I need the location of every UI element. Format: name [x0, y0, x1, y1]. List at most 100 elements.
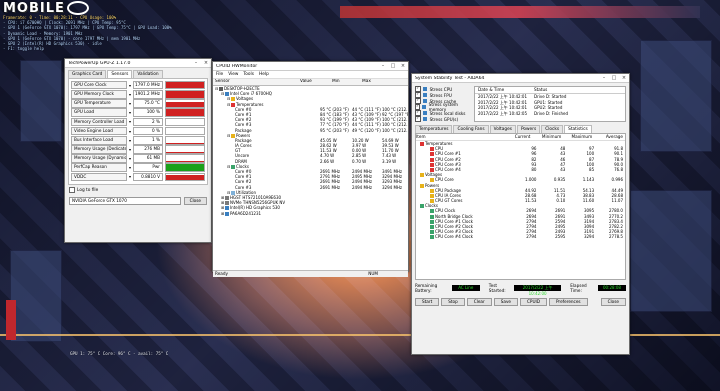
- stress-icon: [422, 117, 427, 121]
- logo-swoosh-icon: [66, 1, 89, 15]
- menu-view[interactable]: View: [228, 72, 238, 77]
- preferences-button[interactable]: Preferences: [548, 298, 588, 306]
- sensor-value: 0.8810 V: [133, 172, 163, 182]
- sensor-graph-fill: [166, 101, 204, 107]
- sensor-value: 276 MB: [133, 145, 163, 154]
- menu-tools[interactable]: Tools: [243, 72, 254, 77]
- sensor-graph: [165, 89, 205, 99]
- tab-statistics[interactable]: Statistics: [564, 125, 592, 133]
- aida64-titlebar[interactable]: System Stability Test - AIDA64 – □ ×: [412, 74, 629, 83]
- log-row: 2017/2/22 上午 10:42:05 Drive D: Finished: [475, 111, 625, 117]
- stress-option-label: Stress local disks: [429, 110, 466, 116]
- gpu-select-dropdown[interactable]: NVIDIA GeForce GTX 1070: [69, 197, 181, 206]
- sensor-value: 100 %: [133, 108, 163, 117]
- log-to-file-checkbox[interactable]: Log to file: [69, 187, 207, 194]
- checkbox-box[interactable]: ✓: [415, 104, 421, 110]
- stat-av: 2778.5: [608, 234, 623, 240]
- tab-clocks[interactable]: Clocks: [541, 125, 564, 133]
- hwmonitor-titlebar[interactable]: CPUID HWMonitor – □ ×: [213, 62, 408, 71]
- stat-mx: 85: [589, 166, 595, 172]
- sensor-name: PA6A6D241231: [230, 210, 262, 216]
- stress-log-header: Date & Time Status: [475, 87, 625, 94]
- checkbox-box[interactable]: ✓: [415, 86, 421, 92]
- minimize-icon[interactable]: –: [191, 60, 201, 66]
- gpuz-tabs: Graphics Card Sensors Validation: [65, 68, 211, 78]
- start-button[interactable]: Start: [415, 298, 440, 306]
- aida64-tabs: Temperatures Cooling Fans Voltages Powers Cl…: [412, 125, 629, 133]
- column-sensor[interactable]: Sensor: [213, 79, 300, 85]
- log-to-file-label: Log to file: [77, 187, 99, 193]
- checkbox-box[interactable]: ✓: [415, 116, 421, 122]
- sensor-row: Memory Controller Load ▾ 2 %: [71, 117, 205, 127]
- stat-col: Minimum: [541, 134, 562, 139]
- elapsed-time-label: Elapsed Time:: [570, 283, 587, 293]
- sensor-graph-fill: [166, 133, 204, 135]
- logo-text: MOBILE: [3, 0, 65, 16]
- sensor-row: VDDC ▾ 0.8810 V: [71, 172, 205, 182]
- log-col-date: Date & Time: [478, 87, 505, 92]
- tab-cooling-fans[interactable]: Cooling Fans: [453, 125, 489, 133]
- stat-c: 11.53: [525, 198, 537, 204]
- save-button[interactable]: Save: [493, 298, 518, 306]
- checkbox-box[interactable]: ✓: [415, 98, 421, 104]
- column-max[interactable]: Max: [362, 79, 408, 85]
- clear-button[interactable]: Clear: [466, 298, 492, 306]
- minimize-icon[interactable]: –: [378, 63, 388, 69]
- column-min[interactable]: Min: [332, 79, 362, 85]
- stat-item-name: CPU Core #4 Clock: [435, 234, 473, 240]
- sensor-label: Memory Usage (Dedicated): [71, 145, 127, 154]
- maximize-icon[interactable]: □: [388, 63, 398, 69]
- checkbox-box[interactable]: ✓: [415, 110, 421, 116]
- hwmonitor-column-headers: Sensor Value Min Max: [213, 79, 408, 86]
- stress-icon: [422, 111, 427, 115]
- checkbox-box[interactable]: ✓: [415, 92, 421, 98]
- stat-mn: 0.935: [553, 177, 566, 183]
- sensor-value: [306, 211, 338, 216]
- stop-button[interactable]: Stop: [441, 298, 465, 306]
- close-button[interactable]: Close: [600, 298, 626, 306]
- sensor-label: GPU Memory Clock: [71, 89, 127, 99]
- tab-sensors[interactable]: Sensors: [107, 70, 133, 78]
- stress-option[interactable]: ✓ Stress GPU(s): [415, 116, 471, 122]
- tab-temperatures[interactable]: Temperatures: [415, 125, 453, 133]
- wallpaper-tile: [640, 40, 712, 152]
- aida64-status-row: Remaining Battery: AC Line Test Started:…: [412, 280, 629, 296]
- stress-log-body: 2017/2/22 上午 10:42:01 Drive D: Started 201…: [475, 94, 625, 116]
- sensor-graph-fill: [166, 82, 204, 89]
- stat-row: CPU Core #4 Clock 2794 2595 3294 2778.5: [416, 234, 625, 240]
- clock-icon: [430, 235, 434, 240]
- close-icon[interactable]: ×: [619, 75, 629, 81]
- stat-item: CPU Core #4 Clock: [416, 234, 510, 240]
- sensor-label: Memory Controller Load: [71, 117, 127, 127]
- sensor-label: GPU Core Clock: [71, 80, 127, 90]
- sensor-value: Pwr: [133, 163, 163, 173]
- close-icon[interactable]: ×: [398, 63, 408, 69]
- maximize-icon[interactable]: □: [609, 75, 619, 81]
- stress-icon: [422, 99, 427, 103]
- aida64-title: System Stability Test - AIDA64: [415, 75, 485, 81]
- close-icon[interactable]: ×: [201, 60, 211, 66]
- checkbox-box[interactable]: [69, 187, 75, 194]
- gpuz-window: TechPowerUp GPU-Z 1.17.0 – × Graphics Ca…: [64, 58, 212, 243]
- sensor-graph-fill: [166, 164, 204, 172]
- sensor-tree-row[interactable]: ⊞ PA6A6D241231: [213, 211, 408, 216]
- status-ready: Ready: [215, 271, 228, 276]
- tab-voltages[interactable]: Voltages: [489, 125, 516, 133]
- sensor-graph: [165, 108, 205, 117]
- osd-line: - GPU 1 (GeForce GTX 1070): 1797 MHz | G…: [3, 25, 172, 31]
- menu-help[interactable]: Help: [259, 72, 269, 77]
- sensor-row: GPU Temperature ▾ 75.0 °C: [71, 99, 205, 108]
- gpuz-titlebar[interactable]: TechPowerUp GPU-Z 1.17.0 – ×: [65, 59, 211, 68]
- stress-option-label: Stress GPU(s): [429, 116, 459, 122]
- menu-file[interactable]: File: [216, 72, 223, 77]
- minimize-icon[interactable]: –: [599, 75, 609, 81]
- column-value[interactable]: Value: [300, 79, 332, 85]
- stress-icon: [422, 93, 427, 97]
- gpuz-close-button[interactable]: Close: [183, 197, 207, 206]
- tab-validation[interactable]: Validation: [133, 70, 163, 78]
- tab-graphics-card[interactable]: Graphics Card: [68, 70, 107, 78]
- stat-mx: 11.60: [582, 198, 595, 204]
- cpuid-button[interactable]: CPUID: [520, 298, 547, 306]
- tab-powers[interactable]: Powers: [516, 125, 541, 133]
- hwmonitor-sensor-tree: ⊟ DESKTOP-H2ECTE ⊟ Intel Core i7 6700HQ ⊟ Vol…: [213, 86, 408, 270]
